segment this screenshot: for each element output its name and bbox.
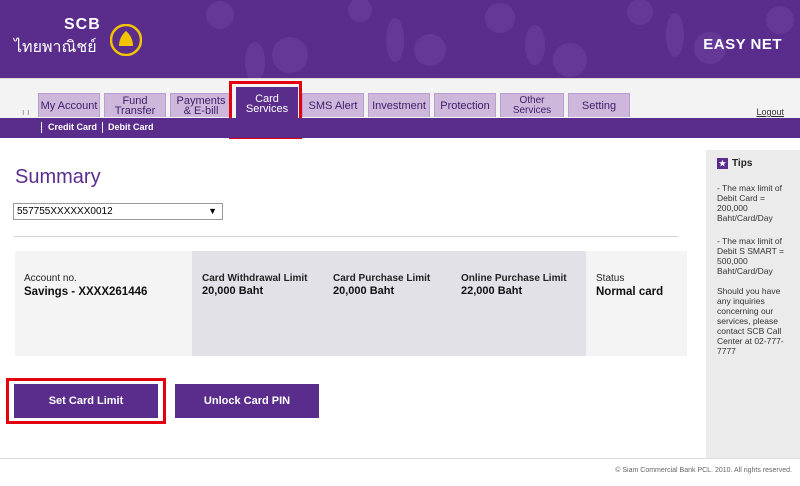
card-summary-table: Account no. Savings - XXXX261446 Card Wi…	[15, 251, 687, 356]
tip-item: - The max limit of Debit S SMART = 500,0…	[717, 236, 785, 276]
brand-name-thai: ไทยพาณิชย์	[14, 39, 97, 56]
account-value: Savings - XXXX261446	[24, 286, 148, 298]
status-label: Status	[596, 273, 625, 284]
tab-label: Payments & E-bill	[176, 94, 226, 117]
page-title: Summary	[15, 166, 101, 188]
subnav-credit-card[interactable]: Credit Card	[48, 122, 97, 132]
tab-my-account[interactable]: My Account	[38, 93, 100, 117]
tip-item: Should you have any inquiries concerning…	[717, 286, 784, 356]
tips-title-text: Tips	[732, 158, 753, 169]
tab-sms-alert[interactable]: SMS Alert	[302, 93, 364, 117]
card-select[interactable]: 557755XXXXXX0012 ▼	[13, 203, 223, 220]
limits-section	[192, 251, 586, 356]
withdrawal-limit-value: 20,000 Baht	[202, 285, 264, 297]
online-limit-cell: Online Purchase Limit 22,000 Baht	[461, 273, 567, 297]
withdrawal-limit-cell: Card Withdrawal Limit 20,000 Baht	[202, 273, 307, 297]
tab-label: SMS Alert	[308, 99, 358, 112]
subnav-separator	[41, 122, 42, 133]
tab-label: Fund Transfer	[114, 94, 156, 117]
tab-investment[interactable]: Investment	[368, 93, 430, 117]
logout-link[interactable]: Logout	[756, 107, 784, 117]
purchase-limit-label: Card Purchase Limit	[333, 273, 431, 284]
online-limit-value: 22,000 Baht	[461, 285, 523, 297]
tips-panel: ★ Tips - The max limit of Debit Card = 2…	[706, 150, 800, 458]
scb-emblem-icon	[110, 24, 142, 56]
tab-label: Card Services	[245, 92, 289, 115]
status-cell: Status Normal card	[596, 273, 663, 298]
purchase-limit-cell: Card Purchase Limit 20,000 Baht	[333, 273, 430, 297]
withdrawal-limit-label: Card Withdrawal Limit	[202, 273, 308, 284]
main-tabbar: ı ı My Account Fund Transfer Payments & …	[0, 78, 800, 119]
footer: © Siam Commercial Bank PCL. 2010. All ri…	[0, 458, 800, 486]
tab-other-services[interactable]: Other Services	[500, 93, 564, 117]
divider	[14, 236, 678, 237]
copyright-text: © Siam Commercial Bank PCL. 2010. All ri…	[615, 467, 792, 474]
tab-setting[interactable]: Setting	[568, 93, 630, 117]
unlock-card-pin-button[interactable]: Unlock Card PIN	[175, 384, 319, 418]
tab-label: Other Services	[512, 94, 552, 116]
tab-label: Investment	[372, 99, 426, 112]
tab-protection[interactable]: Protection	[434, 93, 496, 117]
status-value: Normal card	[596, 286, 664, 298]
card-select-value: 557755XXXXXX0012	[17, 206, 113, 217]
tab-payments[interactable]: Payments & E-bill	[170, 93, 232, 117]
tab-handle: ı ı	[22, 107, 30, 117]
online-limit-label: Online Purchase Limit	[461, 273, 567, 284]
subnav-separator	[102, 122, 103, 133]
tips-title: ★ Tips	[717, 158, 752, 169]
product-name: EASY NET	[703, 36, 782, 53]
sub-navigation: Credit Card Debit Card	[0, 118, 800, 138]
chevron-down-icon: ▼	[208, 206, 217, 216]
main-content: Summary 557755XXXXXX0012 ▼ Account no. S…	[0, 138, 706, 458]
set-card-limit-button[interactable]: Set Card Limit	[14, 384, 158, 418]
tab-label: My Account	[40, 99, 98, 112]
tip-item: - The max limit of Debit Card = 200,000 …	[717, 183, 783, 223]
tab-label: Setting	[581, 99, 617, 112]
tab-label: Protection	[440, 99, 490, 112]
header-banner: SCB ไทยพาณิชย์ EASY NET	[0, 0, 800, 78]
account-label: Account no.	[24, 273, 77, 284]
star-icon: ★	[717, 158, 728, 169]
subnav-debit-card[interactable]: Debit Card	[108, 122, 154, 132]
purchase-limit-value: 20,000 Baht	[333, 285, 395, 297]
tab-fund-transfer[interactable]: Fund Transfer	[104, 93, 166, 117]
brand-name: SCB	[64, 16, 101, 33]
account-cell: Account no. Savings - XXXX261446	[24, 273, 147, 298]
tab-card-services[interactable]: Card Services	[236, 87, 298, 119]
